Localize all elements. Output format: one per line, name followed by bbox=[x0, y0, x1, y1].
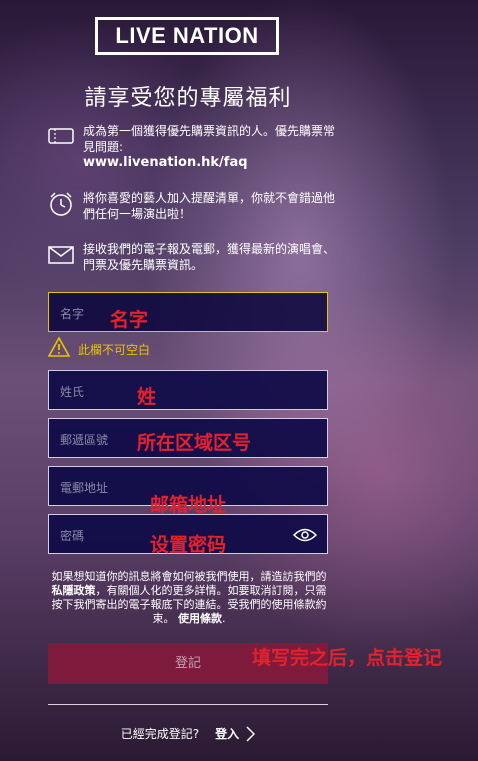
privacy-notice: 如果想知道你的訊息將會如何被我們使用，請造訪我們的 私隱政策，有關個人化的更多詳… bbox=[47, 570, 331, 626]
benefit-item-reminder: 將你喜愛的藝人加入提醒清單，你就不會錯過他們任何一場演出啦！ bbox=[47, 190, 337, 222]
last-name-placeholder: 姓氏 bbox=[60, 385, 85, 399]
terms-of-use-link[interactable]: 使用條款 bbox=[178, 612, 222, 625]
chevron-right-icon[interactable] bbox=[245, 725, 256, 742]
page-title: 請享受您的專屬福利 bbox=[84, 86, 292, 111]
first-name-placeholder: 名字 bbox=[60, 307, 85, 321]
email-placeholder: 電郵地址 bbox=[60, 481, 109, 495]
ticket-icon bbox=[47, 123, 75, 151]
password-placeholder: 密碼 bbox=[60, 529, 85, 543]
login-row: 已經完成登記? 登入 bbox=[0, 725, 376, 742]
benefit-text: 成為第一個獲得優先購票資訊的人。優先購票常見問題: bbox=[83, 124, 336, 154]
password-annotation: 设置密码 bbox=[150, 534, 227, 556]
live-nation-logo[interactable]: LIVE NATION bbox=[95, 17, 279, 55]
privacy-policy-link[interactable]: 私隱政策 bbox=[52, 584, 96, 597]
privacy-text-end: . bbox=[222, 612, 226, 625]
last-name-field[interactable]: 姓氏 bbox=[48, 370, 328, 410]
postal-code-placeholder: 郵遞區號 bbox=[60, 433, 109, 447]
benefit-text: 接收我們的電子報及電郵，獲得最新的演唱會、門票及優先購票資訊。 bbox=[83, 242, 336, 272]
faq-link[interactable]: www.livenation.hk/faq bbox=[83, 155, 337, 171]
already-registered-text: 已經完成登記? bbox=[120, 727, 200, 741]
login-link[interactable]: 登入 bbox=[215, 725, 239, 742]
show-password-eye-icon[interactable] bbox=[292, 527, 318, 543]
postal-code-annotation: 所在区域区号 bbox=[137, 432, 252, 454]
register-annotation: 填写完之后，点击登记 bbox=[252, 647, 443, 669]
alarm-clock-icon bbox=[47, 190, 75, 218]
divider bbox=[48, 704, 328, 705]
benefit-text: 將你喜愛的藝人加入提醒清單，你就不會錯過他們任何一場演出啦！ bbox=[83, 191, 336, 221]
first-name-annotation: 名字 bbox=[110, 309, 149, 331]
first-name-field[interactable]: 名字 bbox=[48, 292, 328, 332]
register-button-label: 登記 bbox=[174, 656, 201, 671]
first-name-error: 此欄不可空白 bbox=[47, 336, 151, 361]
benefit-item-priority: 成為第一個獲得優先購票資訊的人。優先購票常見問題: www.livenation… bbox=[47, 123, 337, 171]
last-name-annotation: 姓 bbox=[137, 386, 157, 408]
logo-text: LIVE NATION bbox=[115, 23, 259, 48]
error-text: 此欄不可空白 bbox=[78, 342, 151, 357]
envelope-icon bbox=[47, 241, 75, 269]
warning-icon bbox=[47, 336, 71, 361]
privacy-text-1: 如果想知道你的訊息將會如何被我們使用，請造訪我們的 bbox=[51, 570, 327, 583]
benefit-item-newsletter: 接收我們的電子報及電郵，獲得最新的演唱會、門票及優先購票資訊。 bbox=[47, 241, 337, 273]
email-annotation: 邮箱地址 bbox=[150, 494, 227, 516]
